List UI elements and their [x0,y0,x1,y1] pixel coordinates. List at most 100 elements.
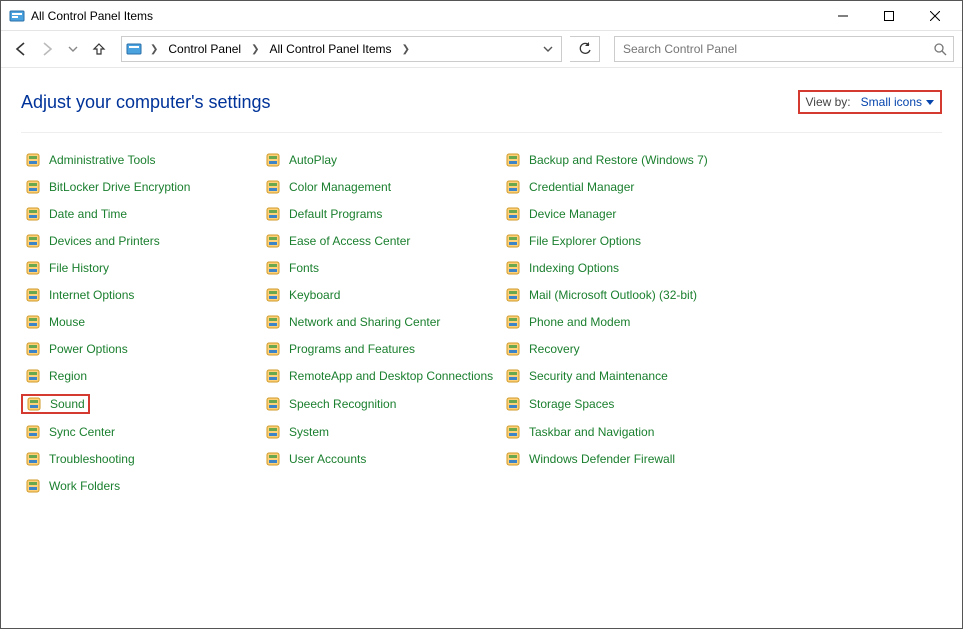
flag-icon [505,368,521,384]
control-panel-item[interactable]: Network and Sharing Center [261,313,501,331]
control-panel-item[interactable]: File History [21,259,261,277]
breadcrumb-root[interactable]: Control Panel [166,40,243,58]
control-panel-item[interactable]: Troubleshooting [21,450,261,468]
control-panel-item[interactable]: Internet Options [21,286,261,304]
item-label: System [289,425,329,439]
control-panel-item[interactable]: Sync Center [21,423,261,441]
tools-icon [25,152,41,168]
font-icon [265,260,281,276]
control-panel-item[interactable]: Programs and Features [261,340,501,358]
ease-icon [265,233,281,249]
mouse-icon [25,314,41,330]
item-label: Power Options [49,342,128,356]
search-box[interactable] [614,36,954,62]
forward-button[interactable] [35,37,59,61]
lock-icon [25,179,41,195]
control-panel-item[interactable]: Region [21,367,261,385]
control-panel-item[interactable]: Sound [21,394,90,414]
control-panel-item[interactable]: User Accounts [261,450,501,468]
control-panel-item[interactable]: System [261,423,501,441]
region-icon [25,368,41,384]
control-panel-item[interactable]: Indexing Options [501,259,741,277]
backup-icon [505,152,521,168]
item-label: Taskbar and Navigation [529,425,654,439]
window-title: All Control Panel Items [31,9,153,23]
taskbar-icon [505,424,521,440]
chevron-right-icon[interactable]: ❯ [148,44,160,55]
control-panel-item[interactable]: Administrative Tools [21,151,261,169]
control-panel-item[interactable]: Ease of Access Center [261,232,501,250]
close-button[interactable] [912,1,958,31]
control-panel-item[interactable]: Devices and Printers [21,232,261,250]
maximize-button[interactable] [866,1,912,31]
control-panel-item[interactable]: Speech Recognition [261,394,501,414]
search-input[interactable] [621,41,933,57]
control-panel-item[interactable]: Windows Defender Firewall [501,450,741,468]
printer-icon [25,233,41,249]
item-label: Date and Time [49,207,127,221]
chevron-right-icon[interactable]: ❯ [249,44,261,55]
control-panel-icon [9,8,25,24]
control-panel-item[interactable]: RemoteApp and Desktop Connections [261,367,501,385]
control-panel-item[interactable]: Power Options [21,340,261,358]
control-panel-item[interactable]: Fonts [261,259,501,277]
view-by-selector[interactable]: View by: Small icons [798,90,943,114]
page-title: Adjust your computer's settings [21,92,271,113]
item-label: Mail (Microsoft Outlook) (32-bit) [529,288,697,302]
control-panel-item[interactable]: Credential Manager [501,178,741,196]
control-panel-item[interactable]: Mail (Microsoft Outlook) (32-bit) [501,286,741,304]
control-panel-item[interactable]: Mouse [21,313,261,331]
item-label: Troubleshooting [49,452,135,466]
control-panel-item[interactable]: Taskbar and Navigation [501,423,741,441]
breadcrumb-current[interactable]: All Control Panel Items [268,40,394,58]
item-label: Credential Manager [529,180,634,194]
users-icon [265,451,281,467]
history-icon [25,260,41,276]
control-panel-item[interactable]: BitLocker Drive Encryption [21,178,261,196]
view-by-value[interactable]: Small icons [861,95,934,109]
index-icon [505,260,521,276]
chevron-right-icon[interactable]: ❯ [400,44,412,55]
control-panel-item[interactable]: File Explorer Options [501,232,741,250]
control-panel-item[interactable]: Recovery [501,340,741,358]
address-bar[interactable]: ❯ Control Panel ❯ All Control Panel Item… [121,36,562,62]
item-label: RemoteApp and Desktop Connections [289,369,493,383]
speaker-icon [26,396,42,412]
item-label: File Explorer Options [529,234,641,248]
item-label: Fonts [289,261,319,275]
control-panel-item[interactable]: Default Programs [261,205,501,223]
recent-locations-button[interactable] [61,37,85,61]
item-label: User Accounts [289,452,366,466]
item-label: File History [49,261,109,275]
firewall-icon [505,451,521,467]
control-panel-item[interactable]: Security and Maintenance [501,367,741,385]
control-panel-item[interactable]: Device Manager [501,205,741,223]
control-panel-item[interactable]: Keyboard [261,286,501,304]
address-history-button[interactable] [539,44,557,54]
control-panel-item[interactable]: Color Management [261,178,501,196]
control-panel-item[interactable]: Backup and Restore (Windows 7) [501,151,741,169]
mail-icon [505,287,521,303]
network-icon [265,314,281,330]
item-label: Color Management [289,180,391,194]
search-icon[interactable] [933,42,947,56]
refresh-button[interactable] [570,36,600,62]
back-button[interactable] [9,37,33,61]
control-panel-item[interactable]: AutoPlay [261,151,501,169]
item-label: Administrative Tools [49,153,156,167]
item-label: Device Manager [529,207,616,221]
mic-icon [265,396,281,412]
control-panel-item[interactable]: Storage Spaces [501,394,741,414]
item-label: Region [49,369,87,383]
item-label: Work Folders [49,479,120,493]
minimize-button[interactable] [820,1,866,31]
remote-icon [265,368,281,384]
control-panel-item[interactable]: Work Folders [21,477,261,495]
control-panel-item[interactable]: Date and Time [21,205,261,223]
content-area: Adjust your computer's settings View by:… [1,68,962,503]
system-icon [265,424,281,440]
applet-grid: Administrative Tools AutoPlayBackup and R… [21,151,942,495]
up-button[interactable] [87,37,111,61]
control-panel-item[interactable]: Phone and Modem [501,313,741,331]
view-by-label: View by: [806,95,851,109]
